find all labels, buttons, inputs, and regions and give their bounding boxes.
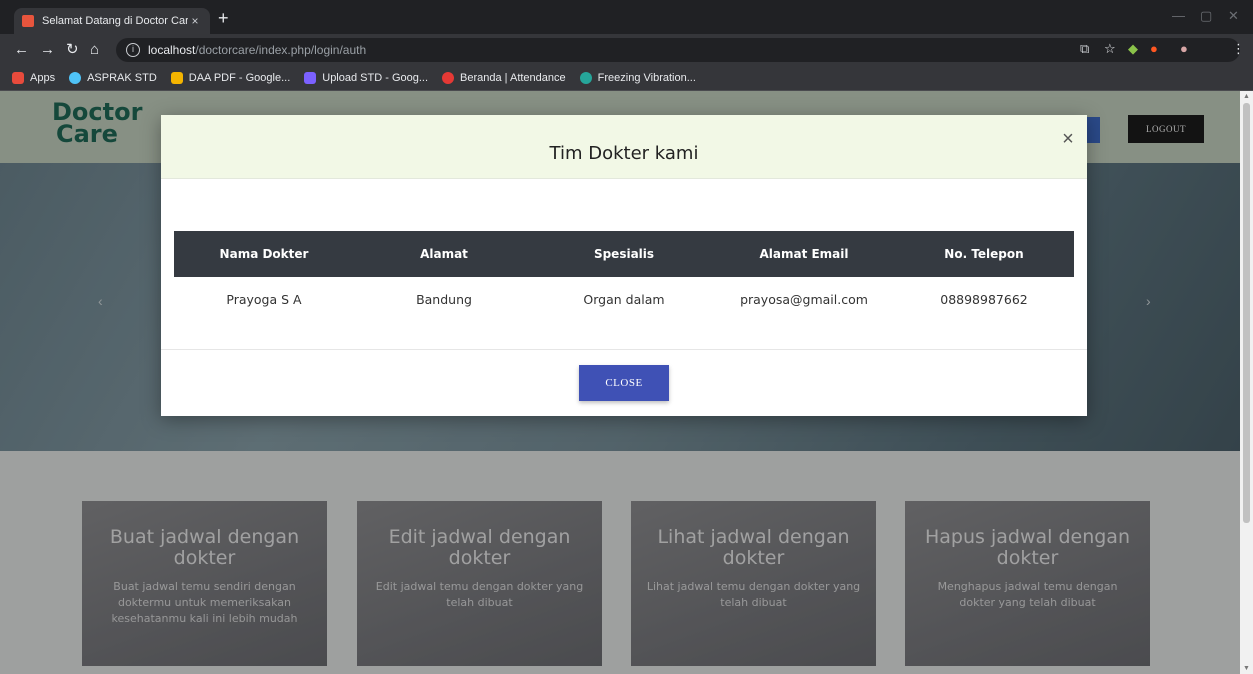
forms-icon bbox=[304, 72, 317, 84]
site-info-icon[interactable]: i bbox=[126, 43, 140, 57]
modal-title: Tim Dokter kami bbox=[549, 143, 699, 164]
favicon-icon bbox=[22, 15, 34, 27]
browser-tab[interactable]: Selamat Datang di Doctor Care × bbox=[14, 8, 210, 34]
column-header-specialist: Spesialis bbox=[593, 247, 655, 261]
bookmarks-bar: Apps ASPRAK STD DAA PDF - Google... Uplo… bbox=[0, 66, 1253, 91]
cell-specialist: Organ dalam bbox=[583, 291, 665, 307]
cell-address: Bandung bbox=[416, 291, 472, 307]
bookmark-upload-std[interactable]: Upload STD - Goog... bbox=[304, 72, 428, 84]
bookmark-asprak[interactable]: ASPRAK STD bbox=[69, 72, 157, 84]
cell-name: Prayoga S A bbox=[226, 291, 302, 307]
close-button[interactable]: CLOSE bbox=[579, 365, 669, 401]
url-path: /doctorcare/index.php/login/auth bbox=[195, 43, 367, 57]
maximize-icon[interactable]: ▢ bbox=[1200, 8, 1212, 24]
minimize-icon[interactable]: — bbox=[1172, 8, 1185, 23]
reload-icon[interactable]: ↻ bbox=[66, 41, 79, 59]
bookmark-icon bbox=[69, 72, 82, 84]
extension-icon[interactable]: ● bbox=[1150, 40, 1158, 58]
bookmark-icon bbox=[442, 72, 455, 84]
forward-icon[interactable]: → bbox=[40, 41, 55, 59]
modal-close-icon[interactable]: × bbox=[1059, 129, 1077, 149]
bookmark-daa-pdf[interactable]: DAA PDF - Google... bbox=[170, 72, 290, 84]
extension-icon[interactable]: ◆ bbox=[1128, 40, 1138, 58]
apps-grid-icon bbox=[12, 72, 24, 84]
column-header-email: Alamat Email bbox=[759, 247, 849, 261]
bookmark-apps[interactable]: Apps bbox=[12, 72, 55, 84]
bookmark-icon bbox=[579, 72, 592, 84]
back-icon[interactable]: ← bbox=[14, 41, 29, 59]
column-header-address: Alamat bbox=[420, 247, 468, 261]
new-tab-icon[interactable]: + bbox=[218, 9, 229, 27]
scroll-down-icon[interactable]: ▼ bbox=[1243, 665, 1250, 672]
address-bar[interactable]: i localhost/doctorcare/index.php/login/a… bbox=[116, 38, 1240, 62]
tab-title: Selamat Datang di Doctor Care bbox=[42, 15, 188, 27]
page-viewport: Doctor Care LOGOUT ‹ › Buat jadwal denga… bbox=[0, 91, 1240, 674]
modal-header: Tim Dokter kami × bbox=[161, 115, 1087, 179]
browser-toolbar: ← → ↻ ⌂ i localhost/doctorcare/index.php… bbox=[0, 34, 1253, 66]
bookmark-freezing[interactable]: Freezing Vibration... bbox=[579, 72, 696, 84]
column-header-phone: No. Telepon bbox=[944, 247, 1024, 261]
home-icon[interactable]: ⌂ bbox=[90, 41, 99, 59]
table-row: Prayoga S A Bandung Organ dalam prayosa@… bbox=[174, 277, 1074, 321]
url-host: localhost bbox=[148, 43, 196, 57]
scroll-up-icon[interactable]: ▲ bbox=[1243, 93, 1250, 100]
tab-close-icon[interactable]: × bbox=[188, 14, 202, 28]
page-scrollbar[interactable]: ▲ ▼ bbox=[1240, 91, 1253, 674]
cell-phone: 08898987662 bbox=[940, 291, 1028, 307]
tab-strip: Selamat Datang di Doctor Care × + — ▢ ✕ bbox=[0, 0, 1253, 34]
bookmark-star-icon[interactable]: ☆ bbox=[1104, 40, 1116, 58]
cell-email: prayosa@gmail.com bbox=[740, 291, 868, 307]
doctor-team-modal: Tim Dokter kami × Nama Dokter Alamat Spe… bbox=[161, 115, 1087, 416]
doctor-table: Nama Dokter Alamat Spesialis Alamat Emai… bbox=[174, 231, 1074, 321]
modal-footer: CLOSE bbox=[161, 349, 1087, 416]
bookmark-attendance[interactable]: Beranda | Attendance bbox=[442, 72, 566, 84]
translate-icon[interactable]: ⧉ bbox=[1080, 40, 1089, 58]
window-close-icon[interactable]: ✕ bbox=[1228, 8, 1239, 24]
column-header-name: Nama Dokter bbox=[219, 247, 309, 261]
menu-kebab-icon[interactable]: ⋮ bbox=[1232, 40, 1245, 58]
profile-avatar-icon[interactable]: ● bbox=[1180, 40, 1188, 58]
drive-icon bbox=[170, 72, 183, 84]
scrollbar-thumb[interactable] bbox=[1243, 103, 1250, 523]
table-header: Nama Dokter Alamat Spesialis Alamat Emai… bbox=[174, 231, 1074, 277]
